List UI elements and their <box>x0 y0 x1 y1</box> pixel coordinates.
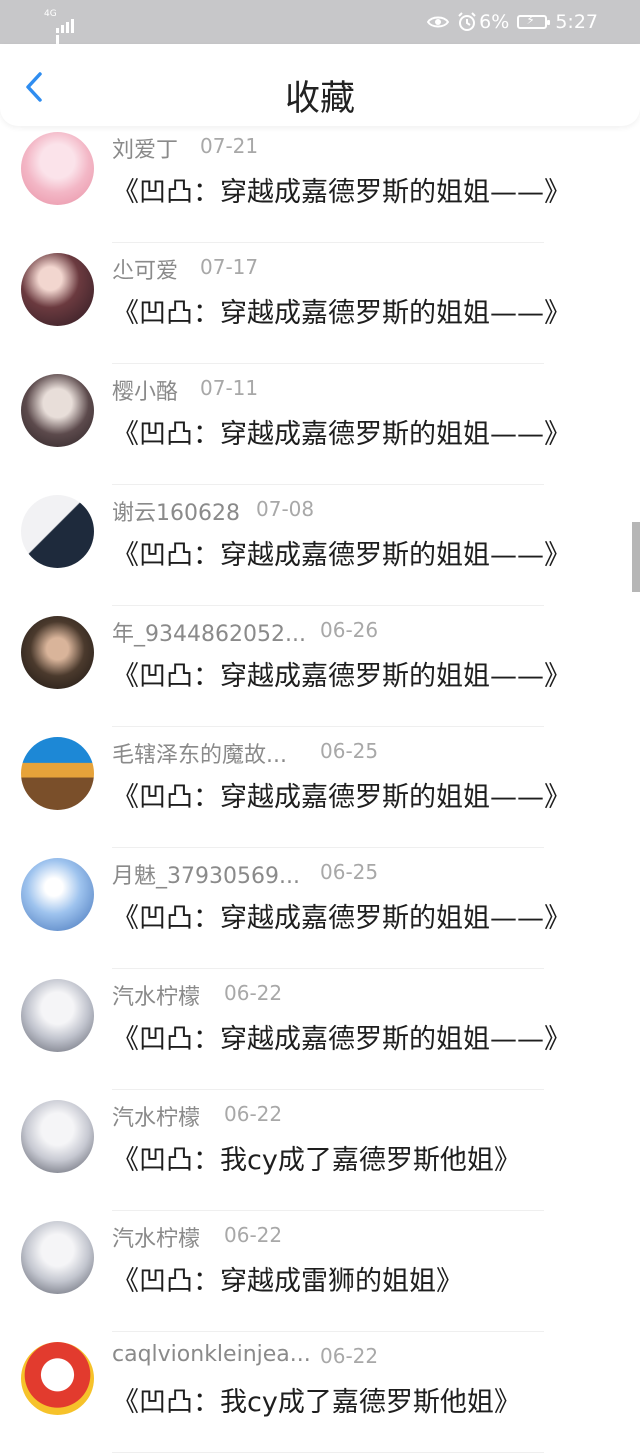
user-name[interactable]: 尐可爱 <box>112 253 178 285</box>
network-type: 4G <box>44 9 57 19</box>
signal-icon: 4G <box>44 9 76 52</box>
article-title[interactable]: 《凹凸：穿越成雷狮的姐姐》 <box>112 1259 463 1298</box>
favorite-item[interactable]: 年_9344862052... 06-26 《凹凸：穿越成嘉德罗斯的姐姐——》 <box>0 606 640 727</box>
avatar[interactable] <box>21 737 94 810</box>
user-name[interactable]: 年_9344862052... <box>112 616 306 648</box>
favorite-date: 06-22 <box>224 1102 283 1126</box>
article-title[interactable]: 《凹凸：我cy成了嘉德罗斯他姐》 <box>112 1380 521 1419</box>
user-name[interactable]: 月魅_37930569... <box>112 858 300 890</box>
article-title[interactable]: 《凹凸：穿越成嘉德罗斯的姐姐——》 <box>112 533 571 572</box>
favorite-date: 06-26 <box>320 618 379 642</box>
avatar[interactable] <box>21 253 94 326</box>
favorite-item[interactable]: 尐可爱 07-17 《凹凸：穿越成嘉德罗斯的姐姐——》 <box>0 243 640 364</box>
alarm-icon <box>458 12 476 31</box>
favorite-date: 06-22 <box>224 1223 283 1247</box>
favorite-date: 07-11 <box>200 376 259 400</box>
favorite-date: 07-08 <box>256 497 315 521</box>
user-name[interactable]: 毛辖泽东的魔故... <box>112 737 287 769</box>
favorite-date: 06-22 <box>224 981 283 1005</box>
user-name[interactable]: 汽水柠檬 <box>112 1221 200 1253</box>
user-name[interactable]: 樱小酪 <box>112 374 178 406</box>
favorite-date: 06-22 <box>320 1344 379 1368</box>
favorite-item[interactable]: 月魅_37930569... 06-25 《凹凸：穿越成嘉德罗斯的姐姐——》 <box>0 848 640 969</box>
status-bar: 4G 6% ⚡ 5:27 <box>0 0 640 52</box>
favorite-date: 06-25 <box>320 739 379 763</box>
article-title[interactable]: 《凹凸：穿越成嘉德罗斯的姐姐——》 <box>112 1017 571 1056</box>
avatar[interactable] <box>21 495 94 568</box>
user-name[interactable]: caqlvionkleinjea... <box>112 1342 311 1367</box>
top-navigation-bar: 收藏 <box>0 44 640 126</box>
favorite-date: 06-25 <box>320 860 379 884</box>
avatar[interactable] <box>21 1221 94 1294</box>
favorite-item[interactable]: 谢云160628 07-08 《凹凸：穿越成嘉德罗斯的姐姐——》 <box>0 485 640 606</box>
eye-icon <box>427 16 450 28</box>
favorite-item[interactable]: caqlvionkleinjea... 06-22 《凹凸：我cy成了嘉德罗斯他姐》 <box>0 1332 640 1453</box>
avatar[interactable] <box>21 616 94 689</box>
favorite-item[interactable]: 樱小酪 07-11 《凹凸：穿越成嘉德罗斯的姐姐——》 <box>0 364 640 485</box>
page-title: 收藏 <box>284 79 355 119</box>
favorite-item[interactable]: 汽水柠檬 06-22 《凹凸：穿越成嘉德罗斯的姐姐——》 <box>0 969 640 1090</box>
scrollbar-thumb[interactable] <box>632 522 640 592</box>
article-title[interactable]: 《凹凸：穿越成嘉德罗斯的姐姐——》 <box>112 412 571 451</box>
article-title[interactable]: 《凹凸：穿越成嘉德罗斯的姐姐——》 <box>112 775 571 814</box>
article-title[interactable]: 《凹凸：穿越成嘉德罗斯的姐姐——》 <box>112 170 571 209</box>
article-title[interactable]: 《凹凸：我cy成了嘉德罗斯他姐》 <box>112 1138 521 1177</box>
article-title[interactable]: 《凹凸：穿越成嘉德罗斯的姐姐——》 <box>112 654 571 693</box>
favorite-item[interactable]: 刘爱丁 07-21 《凹凸：穿越成嘉德罗斯的姐姐——》 <box>0 122 640 243</box>
favorite-item[interactable]: 汽水柠檬 06-22 《凹凸：穿越成雷狮的姐姐》 <box>0 1211 640 1332</box>
favorite-item[interactable]: 汽水柠檬 06-22 《凹凸：我cy成了嘉德罗斯他姐》 <box>0 1090 640 1211</box>
user-name[interactable]: 刘爱丁 <box>112 132 178 164</box>
user-name[interactable]: 谢云160628 <box>112 495 240 527</box>
avatar[interactable] <box>21 858 94 931</box>
article-title[interactable]: 《凹凸：穿越成嘉德罗斯的姐姐——》 <box>112 291 571 330</box>
battery-icon: ⚡ <box>517 13 551 29</box>
battery-percent: 6% <box>479 11 510 33</box>
favorite-date: 07-17 <box>200 255 259 279</box>
favorite-item[interactable]: 毛辖泽东的魔故... 06-25 《凹凸：穿越成嘉德罗斯的姐姐——》 <box>0 727 640 848</box>
avatar[interactable] <box>21 1100 94 1173</box>
avatar[interactable] <box>21 374 94 447</box>
avatar[interactable] <box>21 132 94 205</box>
avatar[interactable] <box>21 1342 94 1415</box>
article-title[interactable]: 《凹凸：穿越成嘉德罗斯的姐姐——》 <box>112 896 571 935</box>
user-name[interactable]: 汽水柠檬 <box>112 979 200 1011</box>
user-name[interactable]: 汽水柠檬 <box>112 1100 200 1132</box>
avatar[interactable] <box>21 979 94 1052</box>
clock: 5:27 <box>555 11 598 33</box>
favorite-date: 07-21 <box>200 134 259 158</box>
